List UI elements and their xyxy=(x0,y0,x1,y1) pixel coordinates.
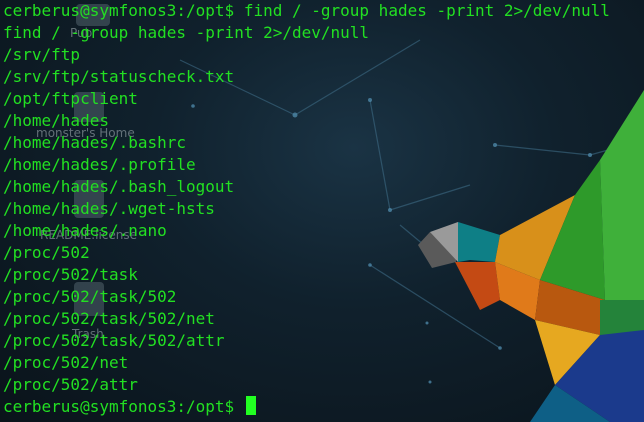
terminal-line: /opt/ftpclient xyxy=(3,89,138,108)
terminal-output[interactable]: cerberus@symfonos3:/opt$ find / -group h… xyxy=(3,0,643,422)
terminal-line: find / -group hades -print 2>/dev/null xyxy=(3,23,370,42)
terminal-line: /proc/502/task/502/attr xyxy=(3,331,225,350)
terminal-line: /proc/502/attr xyxy=(3,375,138,394)
terminal-line: /proc/502/task/502 xyxy=(3,287,177,306)
terminal-line: /home/hades/.wget-hsts xyxy=(3,199,215,218)
terminal-line: /srv/ftp xyxy=(3,45,81,64)
terminal-prompt: cerberus@symfonos3:/opt$ xyxy=(3,397,244,416)
terminal-cursor xyxy=(245,396,256,415)
terminal-line: /proc/502/task xyxy=(3,265,138,284)
terminal-line: /proc/502/task/502/net xyxy=(3,309,215,328)
terminal-line: /home/hades/.bashrc xyxy=(3,133,187,152)
terminal-line: /home/hades/.bash_logout xyxy=(3,177,235,196)
desktop-screen: Pub monster's Home README.license Trash … xyxy=(0,0,644,422)
terminal-line: /proc/502 xyxy=(3,243,90,262)
terminal-line: /home/hades/.nano xyxy=(3,221,167,240)
terminal-command-line: cerberus@symfonos3:/opt$ find / -group h… xyxy=(3,1,610,20)
terminal-line: /home/hades xyxy=(3,111,109,130)
terminal-prompt-line[interactable]: cerberus@symfonos3:/opt$ xyxy=(3,396,643,418)
terminal-line: /home/hades/.profile xyxy=(3,155,196,174)
terminal-line: /srv/ftp/statuscheck.txt xyxy=(3,67,235,86)
terminal-line: /proc/502/net xyxy=(3,353,129,372)
